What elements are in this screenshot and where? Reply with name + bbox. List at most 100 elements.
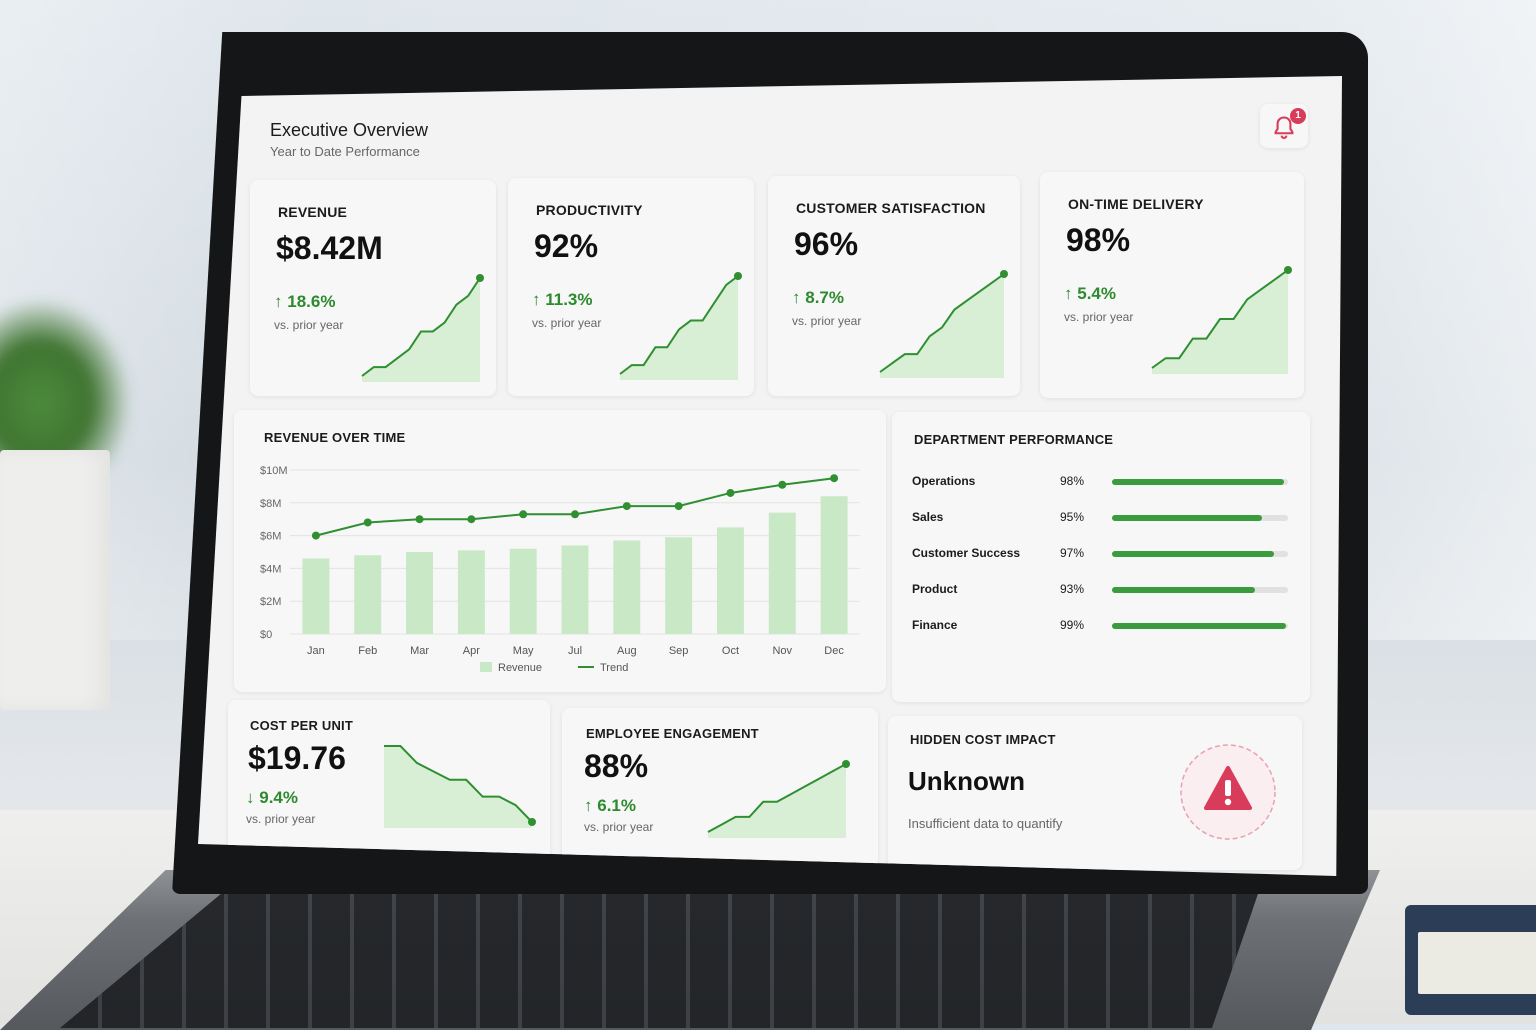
department-progress-track	[1112, 623, 1288, 629]
department-value: 95%	[1060, 510, 1085, 524]
x-tick-label: Apr	[463, 645, 480, 657]
cost-per-unit-sparkline	[384, 745, 536, 828]
employee-engagement-note: vs. prior year	[584, 820, 654, 834]
sparkline-end-point	[1284, 266, 1292, 274]
sparkline-area	[384, 746, 532, 828]
trend-point	[622, 502, 631, 511]
y-tick-label: $0	[260, 629, 272, 641]
kpi-delta-value: 11.3%	[545, 290, 593, 309]
trend-point	[830, 474, 839, 483]
arrow-up-icon: ↑	[584, 796, 593, 815]
page-subtitle: Year to Date Performance	[270, 144, 420, 159]
hidden-cost-note: Insufficient data to quantify	[908, 816, 1063, 831]
trend-line	[315, 477, 835, 537]
revenue-chart-card: REVENUE OVER TIME $0 $2M $4M $6M $8M $10M Jan F…	[234, 410, 886, 692]
department-name: Sales	[912, 510, 944, 524]
sparkline-end-point	[734, 272, 742, 280]
department-performance-card: DEPARTMENT PERFORMANCE Operations 98% Sa…	[892, 412, 1310, 702]
x-tick-label: Mar	[410, 645, 429, 657]
notification-badge: 1	[1290, 108, 1306, 124]
department-row: Operations 98%	[912, 470, 1292, 494]
kpi-sparkline	[361, 274, 484, 382]
revenue-bar	[820, 496, 848, 634]
trend-point	[778, 480, 787, 489]
cost-per-unit-card: COST PER UNIT $19.76 ↓ 9.4% vs. prior ye…	[228, 700, 550, 864]
department-row: Sales 95%	[912, 506, 1292, 530]
arrow-up-icon: ↑	[1064, 284, 1073, 303]
kpi-note: vs. prior year	[274, 318, 344, 332]
laptop-keyboard	[60, 888, 1260, 1028]
revenue-bar	[302, 558, 330, 634]
employee-engagement-value: 88%	[584, 748, 649, 784]
x-tick-label: Jul	[568, 645, 582, 657]
department-progress-track	[1112, 479, 1288, 485]
x-tick-label: Aug	[617, 645, 637, 657]
background-plant-pot	[0, 450, 110, 710]
legend-trend-label: Trend	[600, 662, 628, 674]
notification-button[interactable]: 1	[1260, 104, 1308, 148]
department-progress-fill	[1112, 623, 1287, 629]
employee-engagement-label: EMPLOYEE ENGAGEMENT	[586, 726, 759, 741]
hidden-cost-label: HIDDEN COST IMPACT	[910, 732, 1056, 747]
hidden-cost-value: Unknown	[908, 766, 1025, 796]
trend-point	[674, 502, 683, 511]
revenue-bar	[354, 555, 382, 634]
department-name: Operations	[912, 474, 976, 488]
sparkline-end-point	[1000, 270, 1008, 278]
cost-per-unit-delta-value: 9.4%	[259, 788, 298, 807]
kpi-note: vs. prior year	[792, 314, 862, 328]
department-value: 99%	[1060, 618, 1085, 632]
warning-icon	[1180, 744, 1276, 840]
kpi-card: REVENUE $8.42M ↑ 18.6% vs. prior year	[250, 180, 496, 396]
dashboard-screen: Executive Overview Year to Date Performa…	[198, 76, 1342, 876]
cost-per-unit-label: COST PER UNIT	[250, 718, 353, 733]
department-row: Finance 99%	[912, 614, 1292, 638]
arrow-up-icon: ↑	[792, 288, 801, 307]
department-value: 93%	[1060, 582, 1085, 596]
sparkline-end-point	[528, 818, 536, 826]
trend-point	[467, 515, 476, 524]
department-value: 97%	[1060, 546, 1085, 560]
kpi-value: 92%	[534, 228, 599, 264]
revenue-bar	[665, 537, 693, 634]
x-tick-label: May	[513, 645, 534, 657]
revenue-bar	[768, 512, 796, 634]
department-progress-fill	[1112, 515, 1262, 521]
revenue-bar	[509, 548, 537, 634]
sparkline-end-point	[842, 760, 850, 768]
department-performance-title: DEPARTMENT PERFORMANCE	[914, 432, 1114, 447]
kpi-label: ON-TIME DELIVERY	[1068, 196, 1204, 212]
kpi-value: 96%	[794, 226, 859, 262]
x-tick-label: Jan	[307, 645, 325, 657]
book-pages	[1418, 932, 1536, 994]
kpi-delta: ↑ 5.4%	[1064, 284, 1116, 304]
revenue-bar	[457, 550, 485, 634]
y-tick-label: $10M	[260, 465, 288, 477]
kpi-card: PRODUCTIVITY 92% ↑ 11.3% vs. prior year	[508, 178, 754, 396]
x-tick-label: Oct	[722, 645, 739, 657]
kpi-card: ON-TIME DELIVERY 98% ↑ 5.4% vs. prior ye…	[1040, 172, 1304, 398]
department-name: Product	[912, 582, 958, 596]
cost-per-unit-note: vs. prior year	[246, 812, 316, 826]
trend-point	[726, 488, 735, 497]
kpi-value: $8.42M	[276, 230, 383, 266]
arrow-up-icon: ↑	[274, 292, 283, 311]
kpi-card: CUSTOMER SATISFACTION 96% ↑ 8.7% vs. pri…	[768, 176, 1020, 396]
hidden-cost-card: HIDDEN COST IMPACT Unknown Insufficient …	[888, 716, 1302, 870]
y-tick-label: $6M	[260, 531, 281, 543]
kpi-value: 98%	[1066, 222, 1131, 258]
arrow-down-icon: ↓	[246, 788, 255, 807]
department-progress-fill	[1112, 551, 1274, 557]
y-tick-label: $4M	[260, 563, 281, 575]
kpi-delta-value: 18.6%	[287, 292, 336, 311]
trend-point	[519, 510, 528, 519]
cost-per-unit-delta: ↓ 9.4%	[246, 788, 298, 808]
kpi-sparkline	[879, 270, 1008, 378]
department-progress-fill	[1112, 587, 1255, 593]
employee-engagement-sparkline	[707, 760, 850, 838]
department-progress-track	[1112, 515, 1288, 521]
revenue-bar	[613, 540, 641, 634]
kpi-label: CUSTOMER SATISFACTION	[796, 200, 986, 216]
trend-point	[571, 510, 579, 519]
department-name: Finance	[912, 618, 958, 632]
